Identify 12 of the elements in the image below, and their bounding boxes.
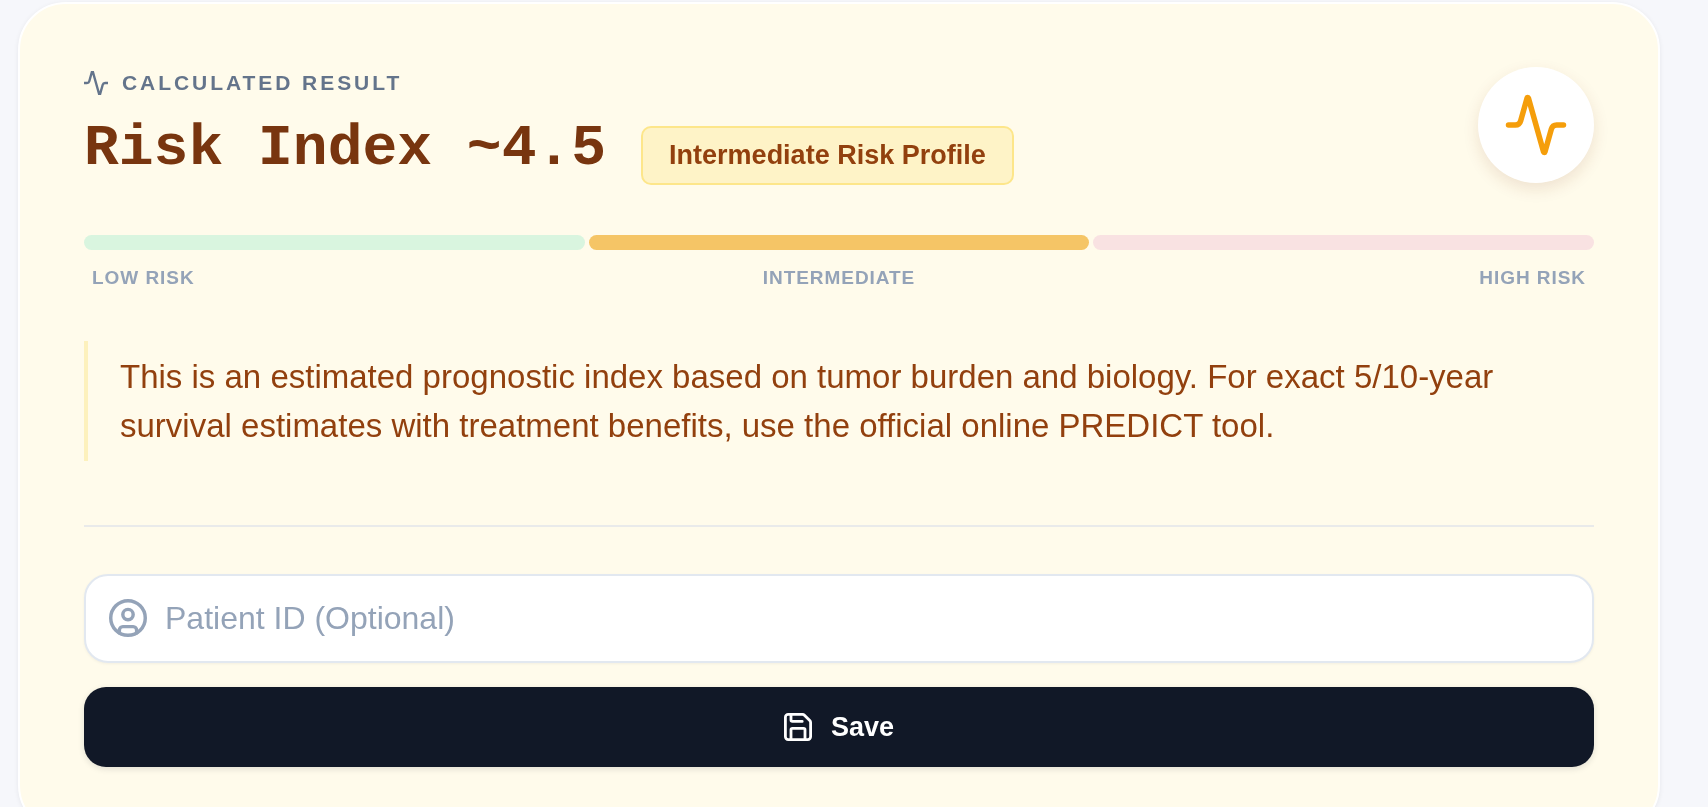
segment-label: LOW RISK: [91, 266, 196, 290]
save-icon: [783, 713, 812, 741]
patient-id-field[interactable]: Patient ID (Optional): [84, 574, 1594, 663]
user-circle-icon: [109, 599, 147, 637]
risk-profile-badge: Intermediate Risk Profile: [641, 126, 1014, 185]
segment-label: HIGH RISK: [1478, 266, 1587, 290]
pulse-icon: [84, 71, 108, 95]
info-note: This is an estimated prognostic index based on tumor burden and biology. For exact 5/10-year survival estimates with treatment benefits, use the official online PREDICT tool.: [84, 341, 1594, 461]
segment-label: INTERMEDIATE: [761, 266, 917, 290]
risk-index-title: Risk Index ~4.5: [84, 117, 607, 180]
save-button[interactable]: Save: [84, 687, 1594, 767]
section-label: CALCULATED RESULT: [122, 70, 403, 96]
